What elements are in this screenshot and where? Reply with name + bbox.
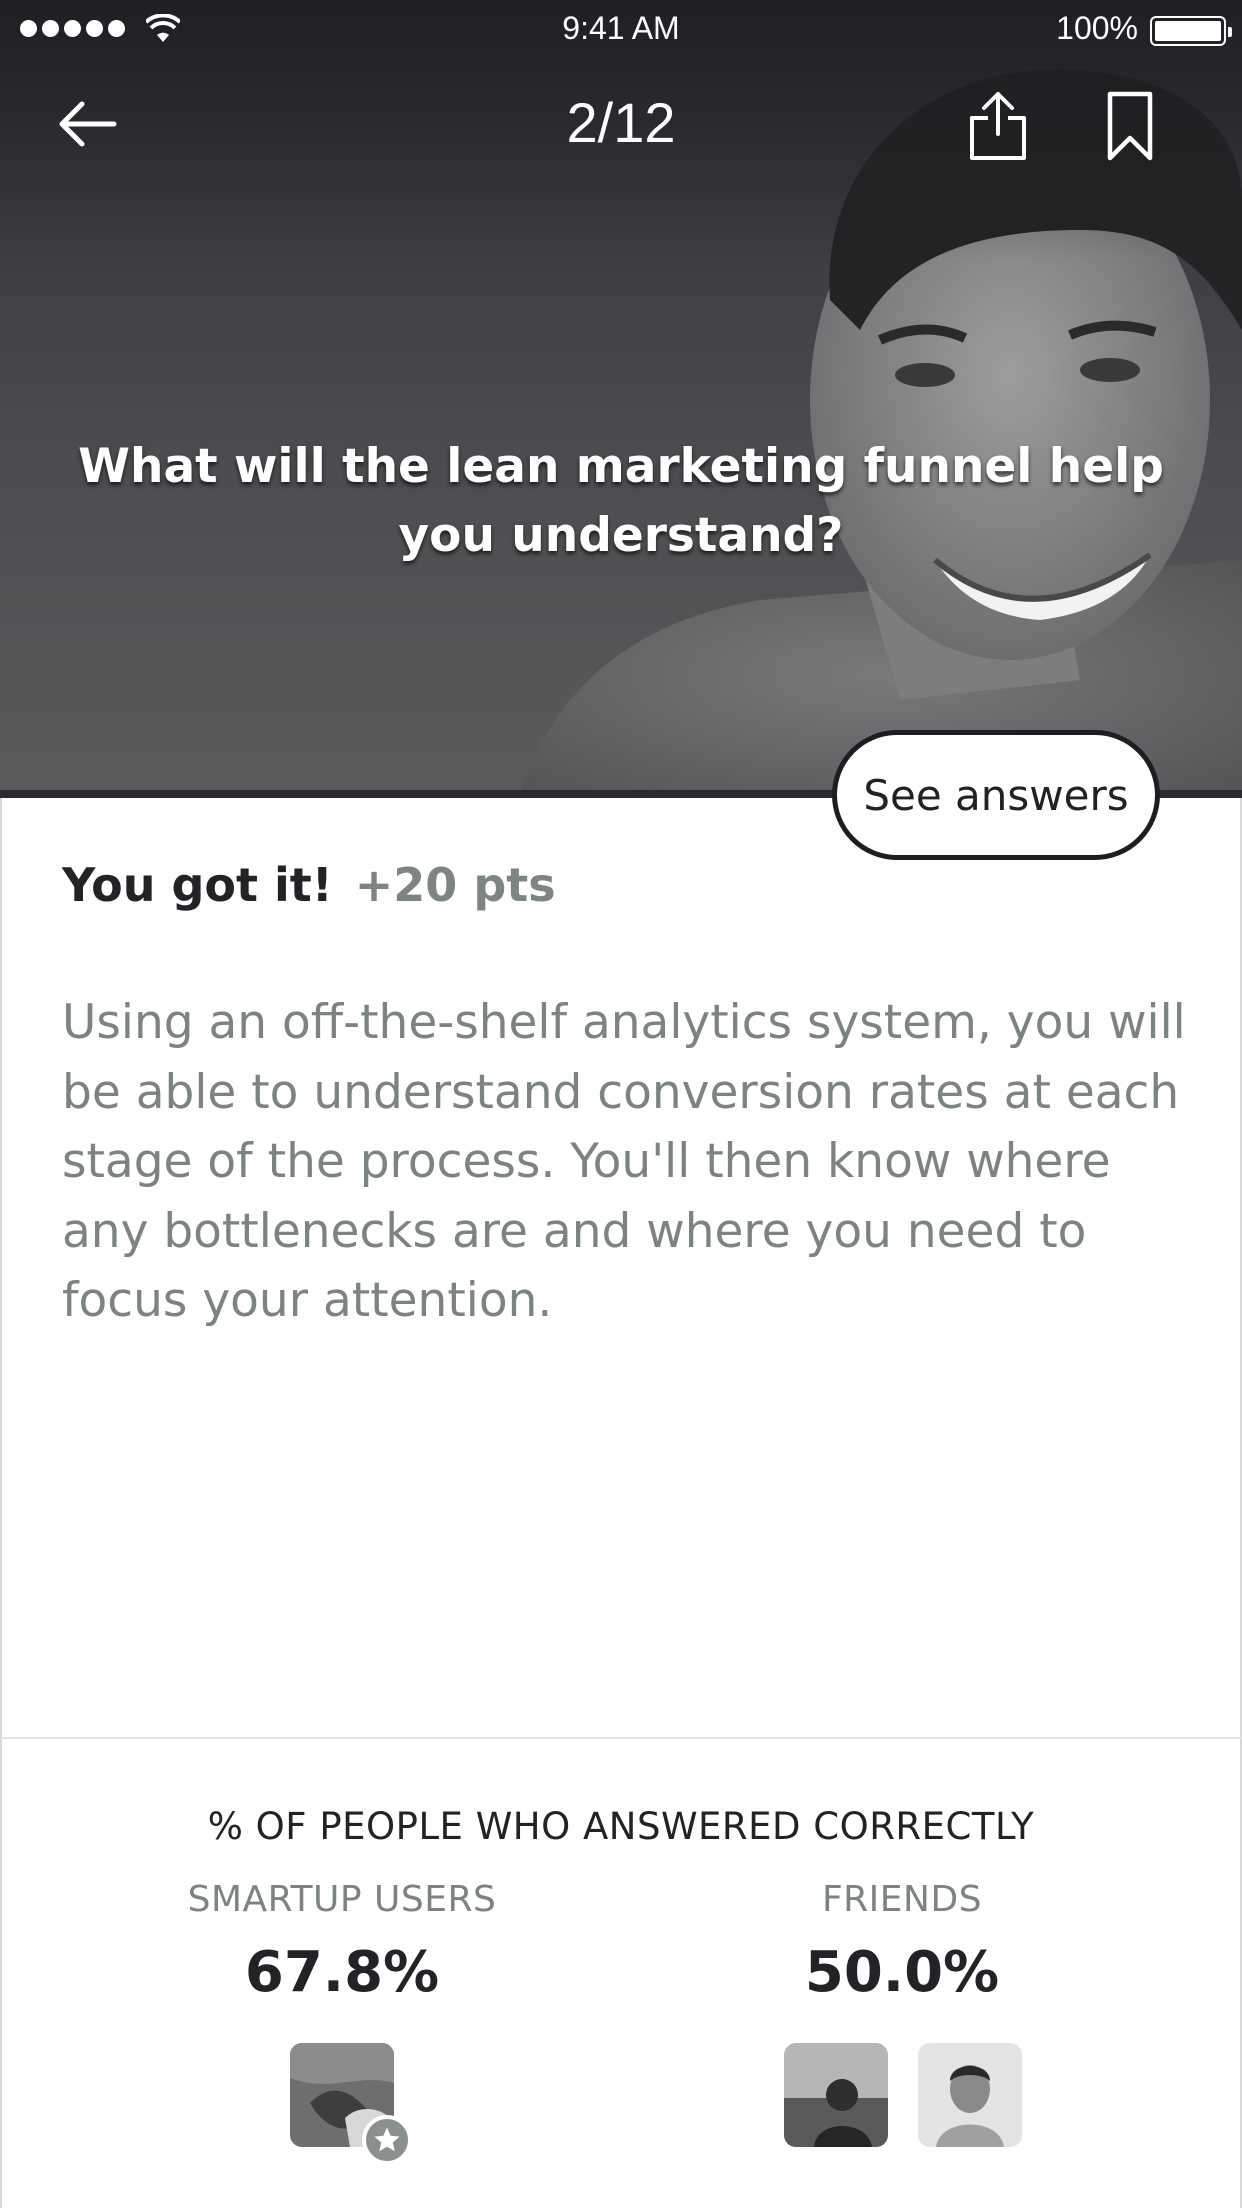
result-points: +20 pts xyxy=(354,858,556,912)
stats-section: % OF PEOPLE WHO ANSWERED CORRECTLY SMART… xyxy=(0,1739,1242,2208)
battery-icon xyxy=(1150,16,1232,46)
hero-banner: 9:41 AM 100% 2/12 What will the lean mar… xyxy=(0,0,1242,790)
result-title: You got it! xyxy=(62,858,333,912)
friends-avatars xyxy=(784,2043,1022,2147)
bookmark-icon[interactable] xyxy=(1106,90,1154,162)
star-icon xyxy=(362,2115,412,2165)
smartup-users-label: SMARTUP USERS xyxy=(187,1879,497,1920)
smartup-users-stat: SMARTUP USERS 67.8% xyxy=(112,1879,572,2005)
avatar[interactable] xyxy=(918,2043,1022,2147)
friends-value: 50.0% xyxy=(804,1940,1000,2005)
question-text: What will the lean marketing funnel help… xyxy=(78,439,1164,563)
avatar[interactable] xyxy=(784,2043,888,2147)
answer-panel: You got it! +20 pts Using an off-the-she… xyxy=(0,798,1242,1738)
stats-title: % OF PEOPLE WHO ANSWERED CORRECTLY xyxy=(207,1805,1035,1848)
see-answers-button[interactable]: See answers xyxy=(832,730,1160,860)
friends-stat: FRIENDS 50.0% xyxy=(672,1879,1132,2005)
smartup-users-value: 67.8% xyxy=(244,1940,440,2005)
result-heading: You got it! +20 pts xyxy=(62,858,556,912)
answer-explanation: Using an off-the-shelf analytics system,… xyxy=(62,995,1186,1328)
status-bar: 9:41 AM 100% xyxy=(0,0,1242,60)
share-icon[interactable] xyxy=(966,90,1030,162)
battery-percent: 100% xyxy=(1056,10,1138,46)
question-counter: 2/12 xyxy=(566,91,676,154)
friends-label: FRIENDS xyxy=(821,1879,983,1920)
